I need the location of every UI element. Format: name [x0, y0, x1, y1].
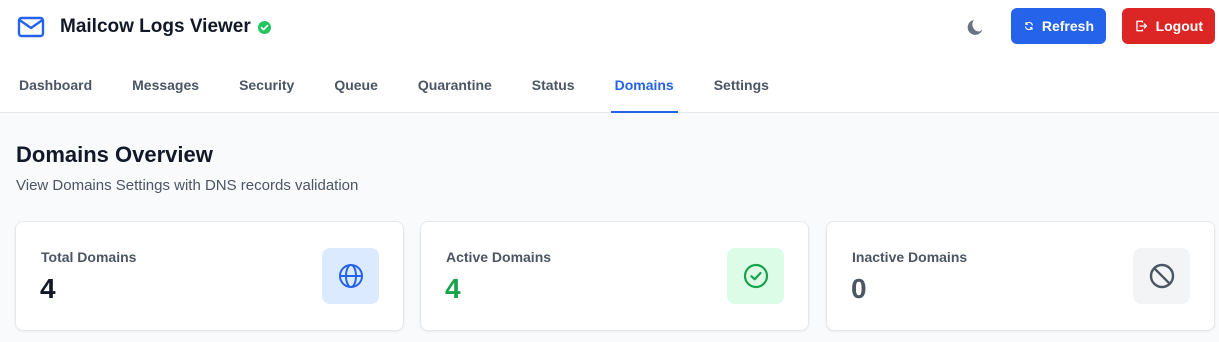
logout-icon	[1136, 20, 1148, 32]
stat-card-inactive: Inactive Domains 0	[826, 221, 1215, 331]
page-title: Domains Overview	[16, 142, 213, 167]
check-circle-icon	[727, 248, 784, 304]
brand: Mailcow Logs Viewer	[17, 14, 271, 40]
stat-label: Active Domains	[446, 249, 552, 265]
status-ok-icon	[257, 20, 271, 34]
header-actions: Refresh Logout	[965, 8, 1215, 44]
top-bar: Mailcow Logs Viewer Refresh Logout Dashb…	[0, 0, 1219, 113]
stat-value: 4	[40, 273, 56, 304]
refresh-icon	[1024, 21, 1033, 31]
stat-label: Inactive Domains	[852, 249, 968, 265]
tab-dashboard[interactable]: Dashboard	[19, 66, 92, 113]
tab-settings[interactable]: Settings	[714, 66, 769, 113]
tab-messages[interactable]: Messages	[132, 66, 199, 113]
globe-icon	[322, 248, 379, 304]
nav-tabs: Dashboard Messages Security Queue Quaran…	[0, 66, 790, 113]
stat-card-total: Total Domains 4	[15, 221, 404, 331]
mail-icon	[17, 15, 45, 39]
stat-value: 0	[851, 273, 867, 304]
logout-label: Logout	[1155, 18, 1203, 34]
tab-domains[interactable]: Domains	[610, 66, 678, 113]
tab-queue[interactable]: Queue	[334, 66, 378, 113]
moon-icon[interactable]	[965, 15, 987, 37]
refresh-button[interactable]: Refresh	[1011, 8, 1106, 44]
tab-status[interactable]: Status	[532, 66, 575, 113]
stat-label: Total Domains	[41, 249, 137, 265]
ban-icon	[1133, 248, 1190, 304]
refresh-label: Refresh	[1041, 18, 1094, 34]
stat-value: 4	[445, 273, 461, 304]
tab-quarantine[interactable]: Quarantine	[418, 66, 492, 113]
page-subtitle: View Domains Settings with DNS records v…	[16, 177, 359, 194]
logout-button[interactable]: Logout	[1122, 8, 1215, 44]
app-title: Mailcow Logs Viewer	[60, 16, 251, 37]
tab-security[interactable]: Security	[239, 66, 294, 113]
stat-card-active: Active Domains 4	[420, 221, 809, 331]
